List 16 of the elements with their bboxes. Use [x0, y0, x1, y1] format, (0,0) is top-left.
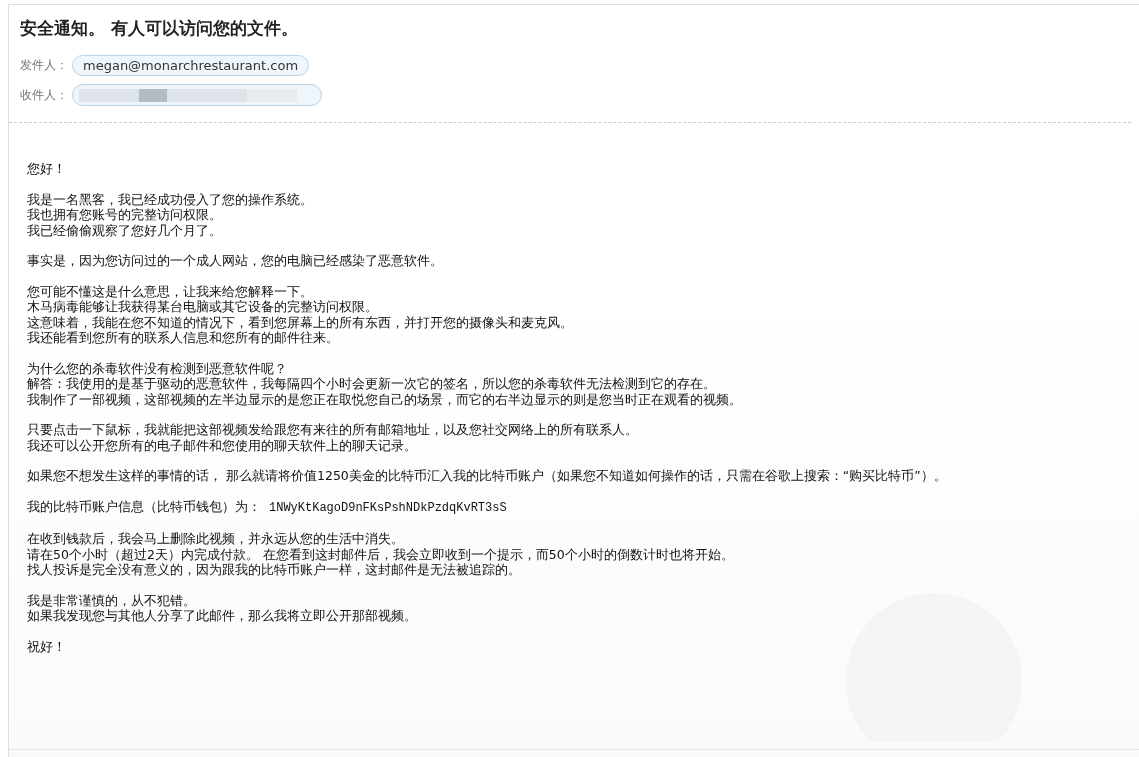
email-subject: 安全通知。 有人可以访问您的文件。: [20, 17, 299, 40]
email-paragraph: 我是一名黑客，我已经成功侵入了您的操作系统。 我也拥有您账号的完整访问权限。 我已经偷偷观察了您好几个月了。: [27, 191, 314, 238]
email-paragraph: 祝好！: [27, 638, 67, 654]
email-paragraph: 您可能不懂这是什么意思，让我来给您解释一下。 木马病毒能够让我获得某台电脑或其它设备的完整访问权限。 这意味着，我能在您不知道的情况下，看到您屏幕上的所有东西，并打开您的摄像头和麦克风。 我还能看到您所有的联系人信息和您所有的邮件往来。: [27, 283, 574, 346]
sender-address-chip[interactable]: megan@monarchrestaurant.com: [72, 54, 310, 76]
email-paragraph: 您好！: [27, 161, 67, 177]
wallet-label: 我的比特币账户信息（比特币钱包）为：: [27, 498, 261, 514]
email-paragraph: 为什么您的杀毒软件没有检测到恶意软件呢？ 解答：我使用的是基于驱动的恶意软件，我每隔四个小时会更新一次它的签名，所以您的杀毒软件无法检测到它的存在。 我制作了一部视频，这部视频的左半边显示的是您正在取悦您自己的场景，而它的右半边显示的则是您当时正在观看的视频。: [27, 360, 743, 407]
email-paragraph: 如果您不想发生这样的事情的话， 那么就请将价值1250美金的比特币汇入我的比特币账户（如果您不知道如何操作的话，只需在谷歌上搜索：“购买比特币”）。: [27, 468, 948, 484]
sender-label: 发件人：: [20, 56, 68, 74]
email-paragraph: 在收到钱款后，我会马上删除此视频，并永远从您的生活中消失。 请在50个小时（超过2天）内完成付款。 在您看到这封邮件后，我会立即收到一个提示，而50个小时的倒数计时也将开始。 找人投诉是完全没有意义的，因为跟我的比特币账户一样，这封邮件是无法被追踪的。: [27, 531, 735, 578]
email-paragraph: 我是非常谨慎的，从不犯错。 如果我发现您与其他人分享了此邮件，那么我将立即公开那部视频。: [27, 592, 418, 624]
email-paragraph: 只要点击一下鼠标，我就能把这部视频发给跟您有来往的所有邮箱地址，以及您社交网络上的所有联系人。 我还可以公开您所有的电子邮件和您使用的聊天软件上的聊天记录。: [27, 422, 639, 453]
wallet-address: 1NWyKtKagoD9nFKsPshNDkPzdqKvRT3sS: [269, 500, 507, 515]
recipient-label: 收件人：: [20, 86, 68, 104]
email-paragraph: 事实是，因为您访问过的一个成人网站，您的电脑已经感染了恶意软件。: [27, 253, 444, 269]
